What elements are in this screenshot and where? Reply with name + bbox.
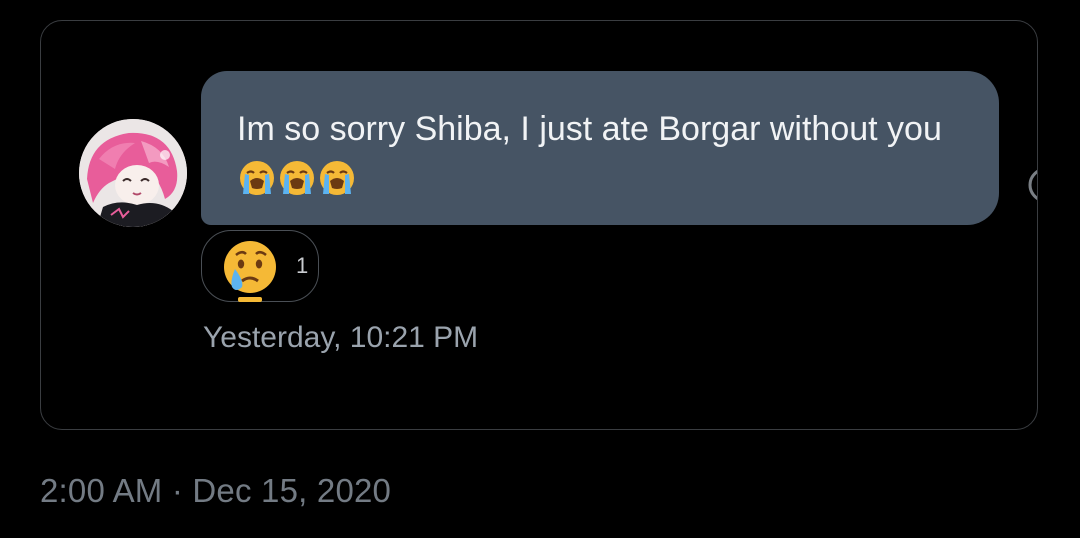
message-bubble[interactable]: Im so sorry Shiba, I just ate Borgar wit… (201, 71, 999, 225)
react-icon[interactable] (1026, 163, 1038, 207)
avatar-image (79, 119, 187, 227)
tweet-media-page: Im so sorry Shiba, I just ate Borgar wit… (0, 0, 1080, 538)
post-timestamp[interactable]: 2:00 AM · Dec 15, 2020 (40, 472, 391, 510)
avatar[interactable] (79, 119, 187, 227)
message-timestamp: Yesterday, 10:21 PM (203, 321, 479, 354)
loudly-crying-face-icon (240, 161, 274, 195)
screenshot-card[interactable]: Im so sorry Shiba, I just ate Borgar wit… (40, 20, 1038, 430)
reaction-count: 1 (296, 253, 309, 278)
message-text: Im so sorry Shiba, I just ate Borgar wit… (237, 110, 942, 148)
loudly-crying-face-icon (320, 161, 354, 195)
sad-but-relieved-face-icon (224, 241, 276, 302)
loudly-crying-face-icon (280, 161, 314, 195)
emoji-row (237, 158, 357, 213)
reaction-pill[interactable]: 1 (201, 230, 319, 302)
